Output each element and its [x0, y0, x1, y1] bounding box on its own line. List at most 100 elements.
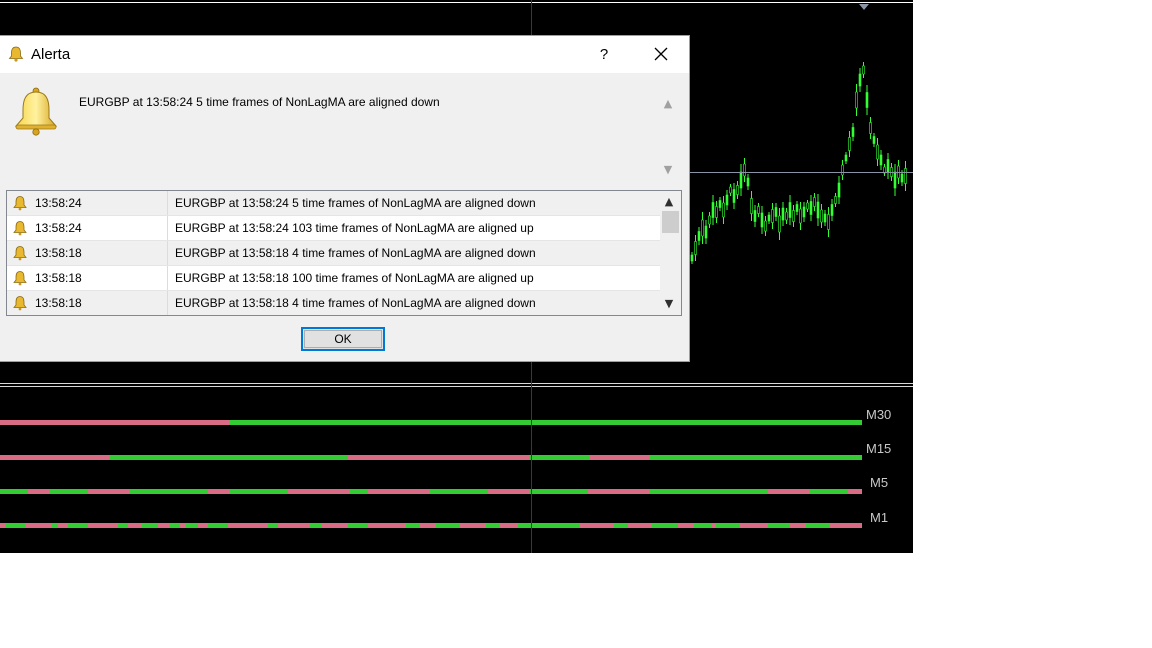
up-segment [142, 523, 158, 528]
candle-body [697, 231, 701, 241]
column-separator [167, 291, 168, 315]
up-segment [436, 523, 460, 528]
up-segment [652, 523, 678, 528]
close-button[interactable] [639, 36, 683, 73]
down-segment [88, 523, 118, 528]
alert-message: EURGBP at 13:58:24 5 time frames of NonL… [79, 95, 440, 109]
alert-history-list: 13:58:24 EURGBP at 13:58:24 5 time frame… [6, 190, 682, 316]
down-segment [830, 523, 862, 528]
bell-icon [8, 46, 24, 62]
candle-body [806, 202, 809, 210]
bell-icon [14, 87, 58, 136]
shift-marker[interactable] [859, 4, 869, 10]
timeframe-bar-m30 [0, 420, 862, 425]
up-segment [208, 523, 228, 528]
subwindow-separator[interactable] [0, 386, 913, 387]
candle-body [750, 198, 753, 214]
candle-body [904, 168, 907, 184]
candle-body [893, 171, 897, 189]
scroll-up-icon[interactable]: ▲ [660, 193, 678, 211]
list-scrollbar[interactable]: ▲ ▼ [660, 191, 681, 315]
bell-icon [13, 196, 27, 211]
candle-body [844, 154, 848, 162]
down-segment [580, 523, 614, 528]
down-segment [500, 523, 518, 528]
alert-time: 13:58:24 [35, 196, 82, 210]
up-segment [118, 523, 128, 528]
alert-text: EURGBP at 13:58:18 4 time frames of NonL… [175, 246, 536, 260]
candle-body [757, 206, 760, 214]
up-segment [310, 523, 322, 528]
candle-body [771, 209, 774, 223]
scroll-down-icon[interactable]: ▼ [659, 161, 677, 179]
candle-body [743, 163, 746, 177]
list-item[interactable]: 13:58:18 EURGBP at 13:58:18 4 time frame… [7, 291, 660, 315]
candle-body [848, 137, 851, 151]
message-scrollbar[interactable]: ▲ ▼ [659, 91, 677, 179]
candle-body [879, 154, 883, 166]
candle-body [792, 210, 795, 222]
candle-body [876, 144, 879, 160]
scrollbar-thumb[interactable] [662, 211, 679, 233]
down-segment [488, 489, 530, 494]
up-segment [530, 489, 588, 494]
candle-body [774, 207, 778, 217]
help-button[interactable]: ? [584, 36, 624, 73]
down-segment [368, 489, 430, 494]
list-item[interactable]: 13:58:18 EURGBP at 13:58:18 100 time fra… [7, 266, 660, 291]
candle-body [837, 182, 841, 198]
ok-button[interactable]: OK [301, 327, 385, 351]
down-segment [460, 523, 486, 528]
candle-body [795, 204, 799, 212]
candle-body [823, 213, 827, 223]
down-segment [420, 523, 436, 528]
up-segment [530, 455, 590, 460]
down-segment [198, 523, 208, 528]
alert-time: 13:58:18 [35, 271, 82, 285]
timeframe-bar-m15 [0, 455, 862, 460]
up-segment [716, 523, 740, 528]
candle-body [781, 207, 785, 221]
up-segment [350, 489, 368, 494]
up-segment [406, 523, 420, 528]
up-segment [186, 523, 198, 528]
down-segment [740, 523, 768, 528]
up-segment [430, 489, 488, 494]
price-crosshair-line [690, 172, 913, 173]
scroll-up-icon[interactable]: ▲ [659, 95, 677, 113]
candle-body [701, 219, 704, 237]
list-item[interactable]: 13:58:18 EURGBP at 13:58:18 4 time frame… [7, 241, 660, 266]
list-item[interactable]: 13:58:24 EURGBP at 13:58:24 5 time frame… [7, 191, 660, 216]
candle-body [855, 91, 858, 109]
candle-body [802, 206, 806, 218]
down-segment [368, 523, 406, 528]
candle-body [799, 208, 802, 224]
timeframe-label-m15: M15 [866, 441, 892, 456]
down-segment [58, 523, 68, 528]
down-segment [288, 489, 350, 494]
timeframe-label-m5: M5 [870, 475, 889, 490]
down-segment [588, 489, 650, 494]
bell-icon [13, 296, 27, 311]
candle-body [865, 92, 869, 108]
candle-body [872, 136, 876, 144]
alert-time: 13:58:18 [35, 246, 82, 260]
close-icon [654, 47, 668, 61]
scroll-down-icon[interactable]: ▼ [660, 295, 678, 313]
subwindow-separator[interactable] [0, 383, 913, 384]
down-segment [158, 523, 170, 528]
down-segment [590, 455, 650, 460]
alert-time: 13:58:24 [35, 221, 82, 235]
candle-body [788, 202, 792, 218]
candle-body [729, 186, 732, 194]
bell-icon [13, 246, 27, 261]
dialog-titlebar[interactable]: Alerta ? [0, 36, 689, 73]
candle-body [809, 201, 813, 215]
candle-body [753, 210, 757, 222]
candle-body [820, 209, 823, 223]
list-item[interactable]: 13:58:24 EURGBP at 13:58:24 103 time fra… [7, 216, 660, 241]
column-separator [167, 266, 168, 291]
candle-body [827, 214, 830, 230]
candlestick-series [690, 62, 907, 264]
up-segment [348, 523, 368, 528]
